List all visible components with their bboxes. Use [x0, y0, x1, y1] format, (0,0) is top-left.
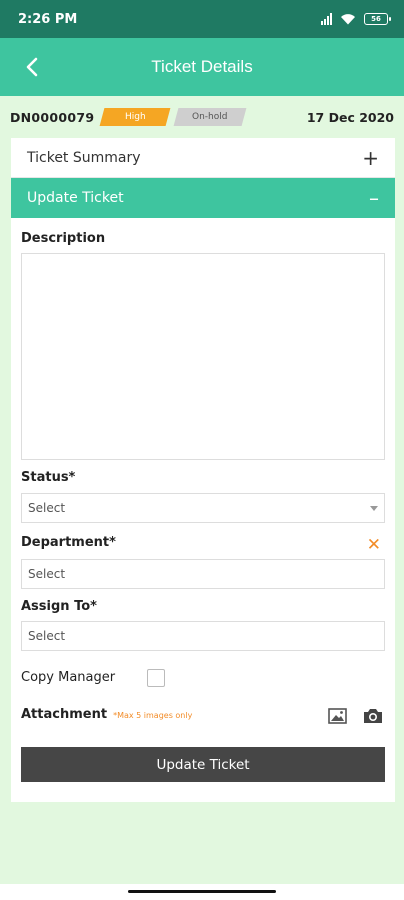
chevron-left-icon — [26, 57, 38, 77]
state-badge: On-hold — [174, 108, 247, 126]
gallery-icon — [328, 708, 347, 724]
ticket-card: Ticket Summary + Update Ticket – Descrip… — [11, 138, 395, 802]
page-title: Ticket Details — [151, 57, 253, 76]
assign-to-select-value: Select — [28, 629, 66, 643]
copy-manager-label: Copy Manager — [21, 670, 116, 685]
state-label: On-hold — [192, 112, 229, 122]
app-bar: Ticket Details — [0, 38, 404, 96]
ticket-summary-header[interactable]: Ticket Summary + — [11, 138, 395, 178]
dropdown-caret-icon — [370, 506, 378, 511]
status-label: Status* — [21, 470, 76, 485]
assign-to-select[interactable]: Select — [21, 621, 385, 651]
description-label: Description — [21, 231, 106, 246]
department-select-value: Select — [28, 567, 66, 581]
priority-label: High — [125, 112, 146, 122]
department-select[interactable]: Select — [21, 559, 385, 589]
status-time: 2:26 PM — [18, 11, 78, 27]
description-textarea[interactable] — [21, 253, 385, 460]
assign-to-label: Assign To* — [21, 599, 97, 614]
wifi-icon — [341, 14, 355, 25]
status-select[interactable]: Select — [21, 493, 385, 523]
nav-bar — [0, 884, 404, 900]
copy-manager-checkbox[interactable] — [147, 669, 165, 687]
attachment-label: Attachment *Max 5 images only — [21, 707, 192, 722]
signal-icon — [321, 13, 332, 25]
battery-level: 56 — [371, 15, 381, 23]
ticket-date: 17 Dec 2020 — [306, 109, 394, 125]
update-ticket-button[interactable]: Update Ticket — [21, 747, 385, 782]
attachment-note: *Max 5 images only — [113, 711, 193, 720]
attachment-label-text: Attachment — [21, 707, 108, 722]
status-select-value: Select — [28, 501, 66, 515]
expand-icon[interactable]: + — [362, 146, 379, 170]
department-label: Department* — [21, 535, 116, 550]
update-ticket-header[interactable]: Update Ticket – — [11, 178, 395, 218]
ticket-summary-label: Ticket Summary — [27, 149, 141, 166]
collapse-icon[interactable]: – — [369, 186, 379, 210]
home-handle[interactable] — [128, 890, 276, 893]
back-button[interactable] — [18, 52, 46, 82]
clear-department-icon[interactable]: ✕ — [367, 535, 381, 555]
status-bar: 2:26 PM 56 — [0, 0, 404, 38]
update-ticket-label: Update Ticket — [27, 190, 124, 206]
priority-badge: High — [100, 108, 171, 126]
camera-icon — [364, 709, 382, 723]
status-icons: 56 — [321, 13, 391, 25]
gallery-button[interactable] — [327, 706, 349, 726]
ticket-id: DN0000079 — [10, 109, 95, 125]
ticket-info-bar: DN0000079 High On-hold 17 Dec 2020 — [0, 96, 404, 138]
camera-button[interactable] — [362, 706, 384, 726]
battery-icon: 56 — [364, 13, 391, 25]
